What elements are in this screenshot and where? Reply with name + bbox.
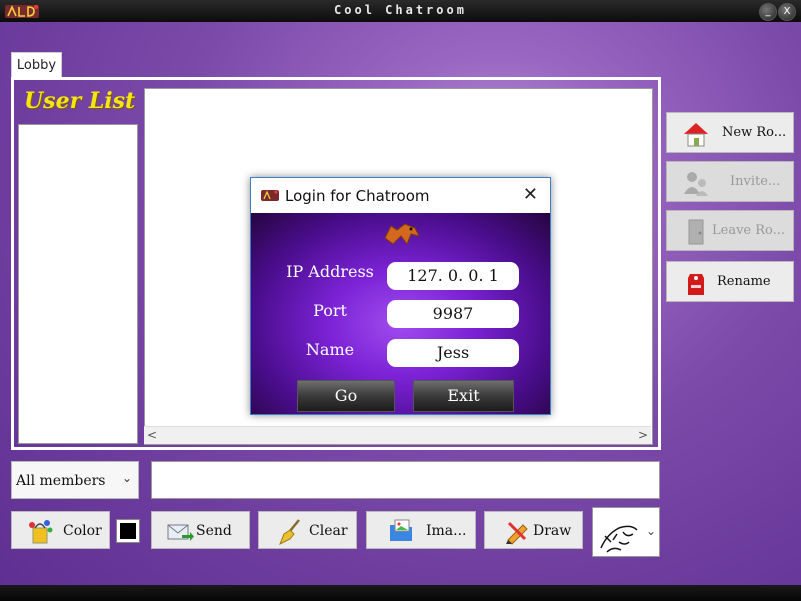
dialog-body: IP Address 127. 0. 0. 1 Port 9987 Name J… <box>251 213 550 414</box>
user-list-title: User List <box>24 88 136 114</box>
leave-room-button[interactable]: Leave Ro... <box>666 210 794 251</box>
title-bar: Cool Chatroom _ X <box>0 0 801 22</box>
door-icon <box>688 219 704 245</box>
ip-address-field[interactable]: 127. 0. 0. 1 <box>387 262 519 290</box>
emoticon-select[interactable]: ⌄ <box>592 507 660 557</box>
port-field[interactable]: 9987 <box>387 300 519 328</box>
pencil-icon <box>506 521 528 545</box>
rename-label: Rename <box>717 274 771 289</box>
send-button[interactable]: Send <box>151 511 250 549</box>
draw-button[interactable]: Draw <box>484 511 583 549</box>
mascot-icon <box>384 223 420 246</box>
paint-bucket-icon <box>29 520 53 544</box>
envelope-arrow-icon <box>167 524 194 541</box>
members-select[interactable]: All members ⌄ <box>11 461 139 499</box>
color-button[interactable]: Color <box>11 511 110 549</box>
new-room-button[interactable]: New Ro... <box>666 112 794 153</box>
minimize-button[interactable]: _ <box>759 3 777 21</box>
image-folder-icon <box>390 519 412 541</box>
dialog-title-bar: Login for Chatroom ✕ <box>251 178 550 213</box>
send-label: Send <box>196 523 232 539</box>
doodle-face-icon <box>600 525 638 553</box>
draw-label: Draw <box>533 523 572 539</box>
rename-button[interactable]: Rename <box>666 261 794 302</box>
users-icon <box>684 172 708 196</box>
new-room-label: New Ro... <box>722 125 787 140</box>
scroll-right-icon[interactable]: > <box>635 427 651 444</box>
window-title: Cool Chatroom <box>334 3 467 17</box>
image-button[interactable]: Ima... <box>366 511 476 549</box>
broom-icon <box>279 519 300 545</box>
user-list[interactable] <box>18 124 138 444</box>
exit-button[interactable]: Exit <box>413 380 514 412</box>
dialog-logo-icon <box>261 190 279 201</box>
color-label: Color <box>63 523 102 539</box>
leave-room-label: Leave Ro... <box>712 223 786 238</box>
horizontal-scrollbar[interactable]: < > <box>144 426 651 444</box>
tag-icon <box>688 274 704 295</box>
tab-lobby[interactable]: Lobby <box>11 52 62 78</box>
clear-label: Clear <box>309 523 348 539</box>
chevron-down-icon: ⌄ <box>121 471 132 485</box>
chevron-down-icon: ⌄ <box>645 524 656 538</box>
members-select-value: All members <box>16 473 106 489</box>
scroll-left-icon[interactable]: < <box>144 427 160 444</box>
close-window-button[interactable]: X <box>778 3 796 21</box>
clear-button[interactable]: Clear <box>258 511 357 549</box>
image-label: Ima... <box>426 523 467 539</box>
bottom-bar <box>0 585 801 601</box>
port-label: Port <box>313 301 347 320</box>
current-color-swatch[interactable] <box>116 519 140 543</box>
message-input[interactable] <box>151 461 660 499</box>
dialog-title: Login for Chatroom <box>285 187 430 205</box>
close-icon[interactable]: ✕ <box>523 184 538 205</box>
color-swatch-fill <box>120 523 136 539</box>
house-icon <box>684 123 708 147</box>
invite-button[interactable]: Invite... <box>666 161 794 202</box>
name-field[interactable]: Jess <box>387 339 519 367</box>
invite-label: Invite... <box>730 174 781 189</box>
login-dialog: Login for Chatroom ✕ IP Address 127. 0. … <box>250 177 551 415</box>
ip-address-label: IP Address <box>286 262 374 281</box>
name-label: Name <box>305 340 355 359</box>
go-button[interactable]: Go <box>297 380 395 412</box>
